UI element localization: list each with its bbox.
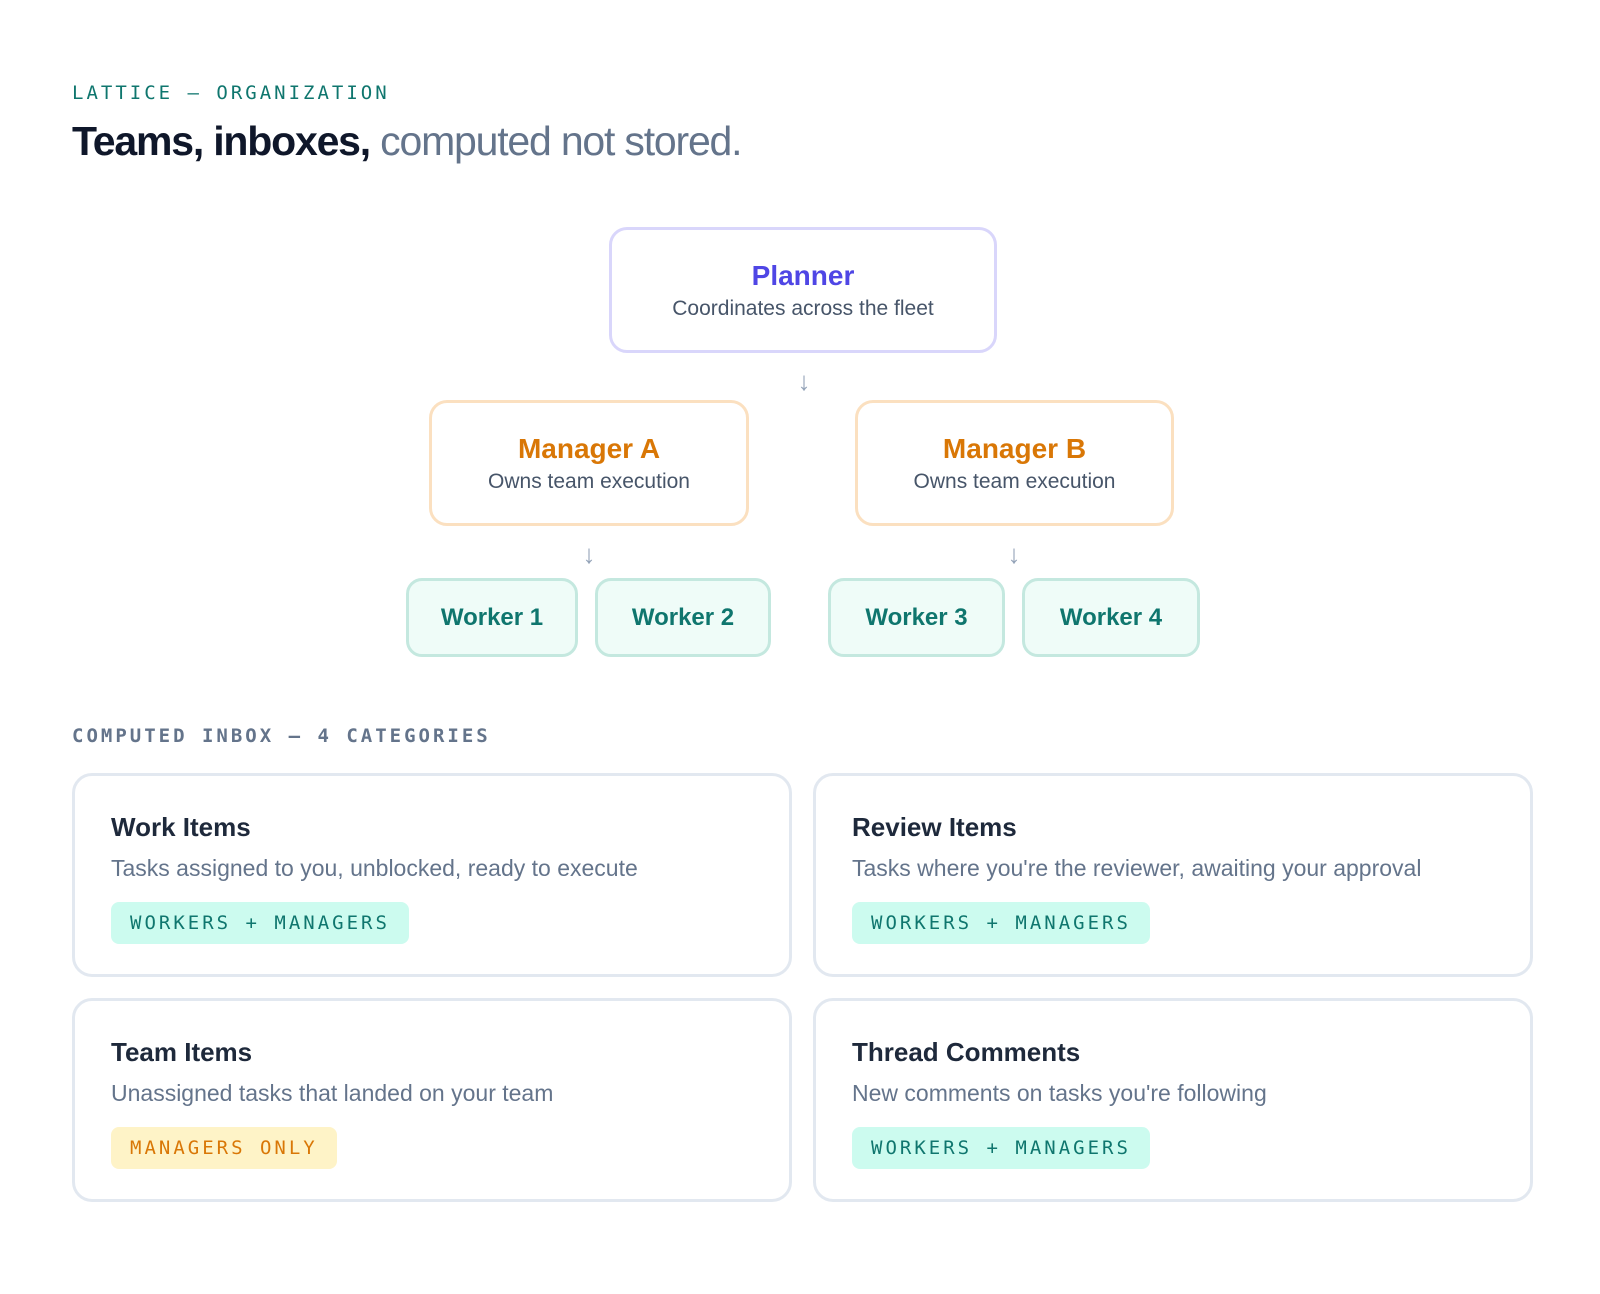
worker-title: Worker 1	[440, 603, 544, 631]
page-title-muted: computed not stored.	[380, 118, 742, 164]
inbox-card-work-items: Work Items Tasks assigned to you, unbloc…	[72, 773, 792, 977]
worker-title: Worker 2	[631, 603, 735, 631]
card-title: Thread Comments	[852, 1037, 1081, 1067]
card-title: Team Items	[111, 1037, 253, 1067]
page-title: Teams, inboxes, computed not stored.	[72, 118, 743, 165]
card-description: Unassigned tasks that landed on your tea…	[111, 1080, 554, 1106]
manager-a-node: Manager A Owns team execution	[429, 400, 749, 526]
planner-title: Planner	[751, 260, 855, 291]
manager-title: Manager B	[942, 433, 1087, 464]
manager-b-node: Manager B Owns team execution	[855, 400, 1174, 526]
manager-subtitle: Owns team execution	[913, 470, 1116, 493]
worker-node: Worker 1	[406, 578, 578, 657]
inbox-section-label: COMPUTED INBOX — 4 CATEGORIES	[72, 725, 491, 747]
audience-badge: WORKERS + MANAGERS	[111, 902, 409, 944]
card-title: Work Items	[111, 812, 251, 842]
arrow-down-icon: ↓	[797, 366, 811, 396]
planner-node: Planner Coordinates across the fleet	[609, 227, 997, 353]
planner-subtitle: Coordinates across the fleet	[672, 297, 934, 320]
worker-node: Worker 2	[595, 578, 771, 657]
card-description: New comments on tasks you're following	[852, 1080, 1267, 1106]
audience-badge: WORKERS + MANAGERS	[852, 1127, 1150, 1169]
card-description: Tasks where you're the reviewer, awaitin…	[852, 855, 1422, 881]
eyebrow-label: LATTICE — ORGANIZATION	[72, 82, 390, 104]
manager-subtitle: Owns team execution	[488, 470, 690, 493]
audience-badge: WORKERS + MANAGERS	[852, 902, 1150, 944]
worker-title: Worker 4	[1059, 603, 1163, 631]
inbox-card-thread-comments: Thread Comments New comments on tasks yo…	[813, 998, 1533, 1202]
worker-title: Worker 3	[865, 603, 968, 631]
worker-node: Worker 4	[1022, 578, 1200, 657]
page-title-strong: Teams, inboxes,	[72, 118, 371, 164]
audience-badge: MANAGERS ONLY	[111, 1127, 337, 1169]
manager-title: Manager A	[517, 433, 661, 464]
arrow-down-icon: ↓	[1007, 539, 1021, 569]
card-description: Tasks assigned to you, unblocked, ready …	[111, 855, 638, 881]
inbox-card-review-items: Review Items Tasks where you're the revi…	[813, 773, 1533, 977]
card-title: Review Items	[852, 812, 1017, 842]
worker-node: Worker 3	[828, 578, 1005, 657]
arrow-down-icon: ↓	[582, 539, 596, 569]
inbox-card-team-items: Team Items Unassigned tasks that landed …	[72, 998, 792, 1202]
